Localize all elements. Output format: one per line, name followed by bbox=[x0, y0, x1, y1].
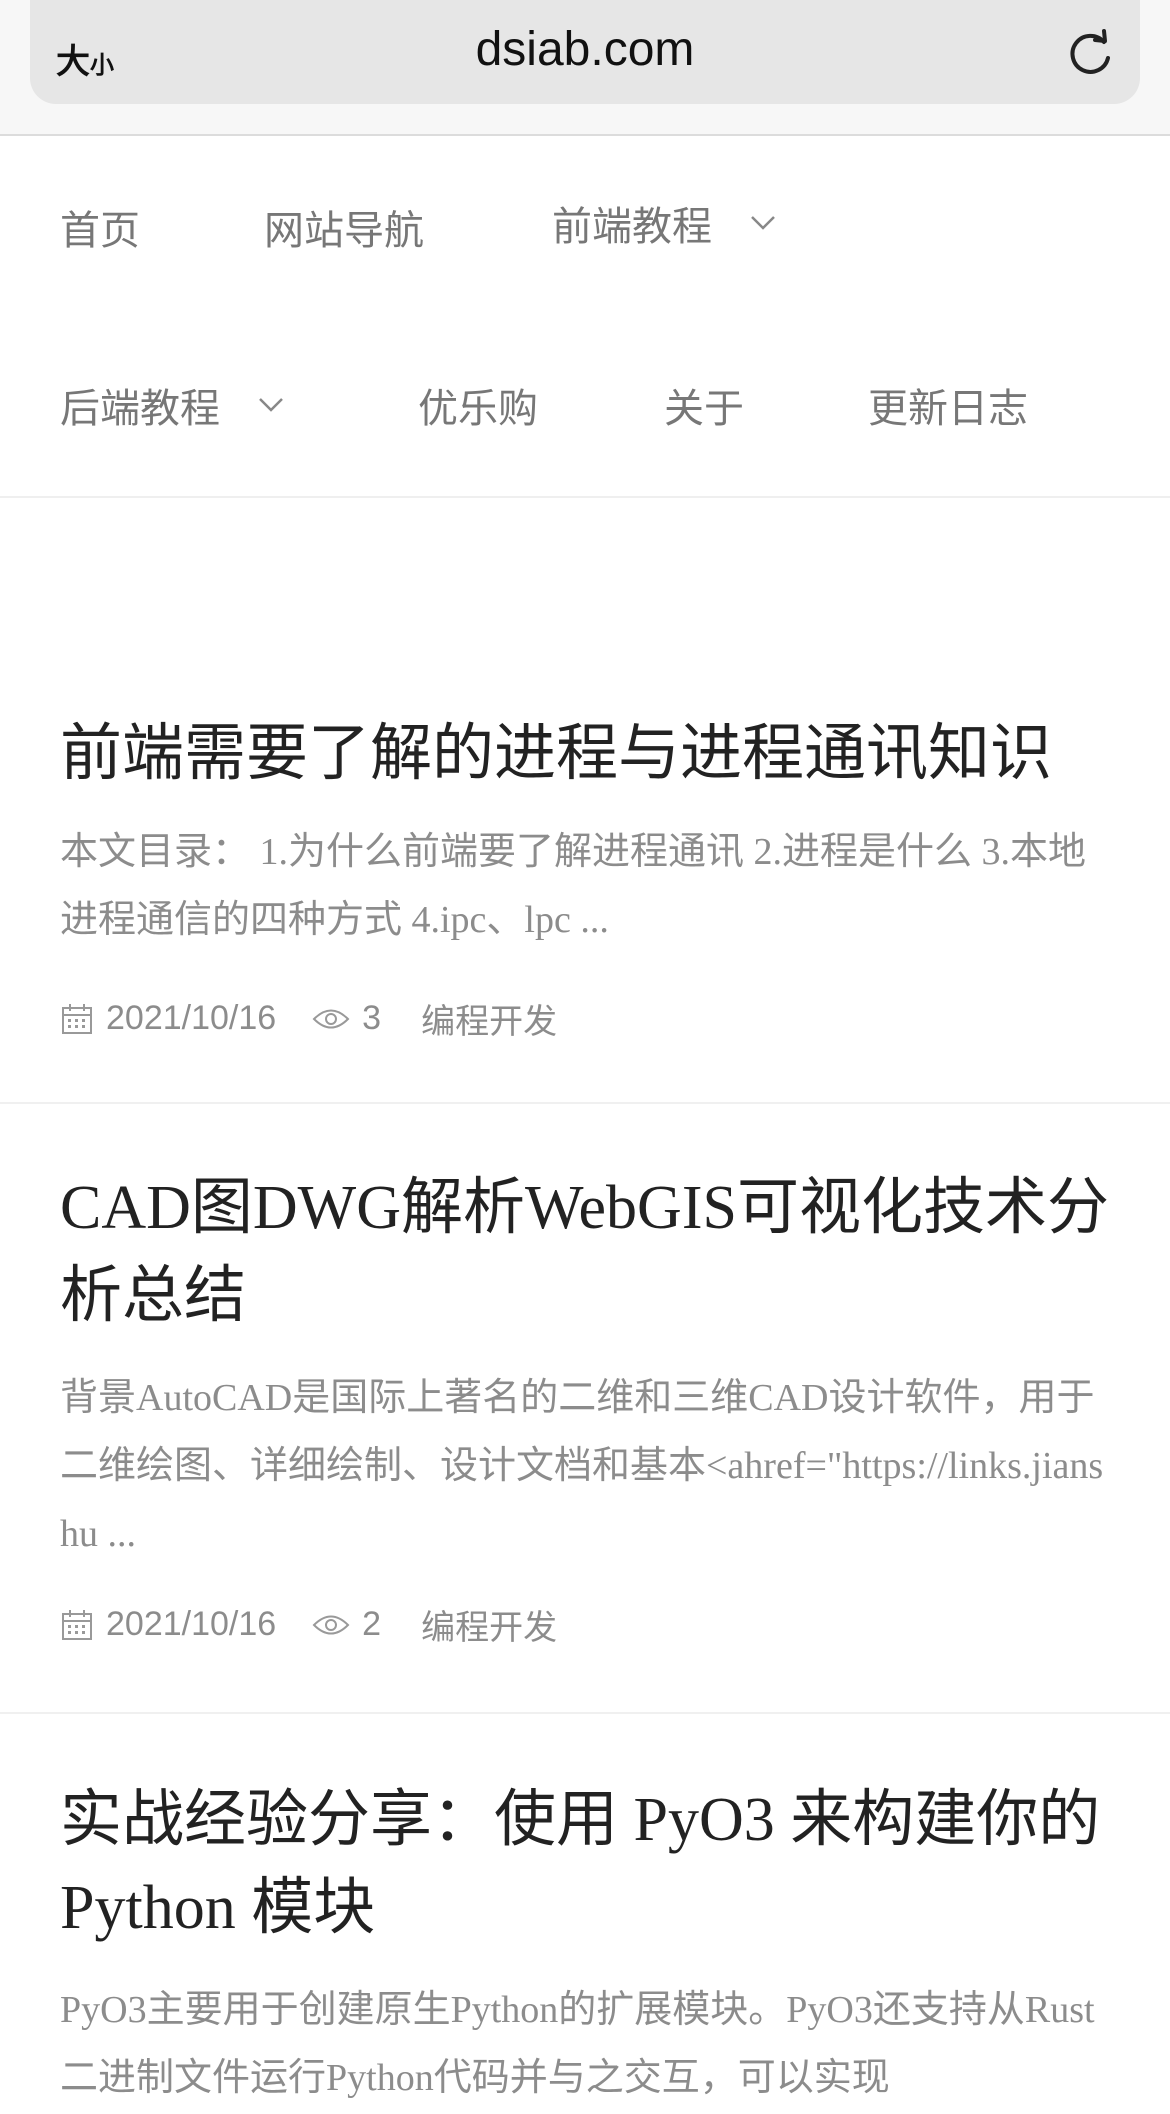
eye-icon bbox=[312, 1615, 350, 1634]
site-navigation: 首页 网站导航 前端教程 后端教程 优乐购 关于 更新日志 bbox=[0, 138, 1170, 498]
nav-item-site-nav[interactable]: 网站导航 bbox=[264, 198, 424, 256]
article-title[interactable]: 实战经验分享：使用 PyO3 来构建你的 Python 模块 bbox=[60, 1776, 1120, 1952]
nav-item-label: 前端教程 bbox=[552, 204, 712, 250]
article-category[interactable]: 编程开发 bbox=[421, 994, 557, 1043]
article-view-count: 2 bbox=[362, 1605, 382, 1643]
nav-item-youlegou[interactable]: 优乐购 bbox=[418, 376, 538, 434]
calendar-icon bbox=[62, 1609, 92, 1640]
reload-icon[interactable] bbox=[1064, 28, 1116, 80]
article-item: 实战经验分享：使用 PyO3 来构建你的 Python 模块 PyO3主要用于创… bbox=[0, 1714, 1170, 2114]
article-view-count: 3 bbox=[362, 999, 382, 1037]
article-excerpt: PyO3主要用于创建原生Python的扩展模块。PyO3还支持从Rust二进制文… bbox=[60, 1989, 1095, 2099]
nav-item-label: 更新日志 bbox=[868, 386, 1028, 432]
calendar-icon bbox=[62, 1003, 92, 1034]
article-views: 3 bbox=[312, 999, 381, 1038]
article-date: 2021/10/16 bbox=[106, 999, 277, 1037]
article-excerpt: 本文目录： 1.为什么前端要了解进程通讯 2.进程是什么 3.本地进程通信的四种… bbox=[60, 831, 1087, 941]
article-title[interactable]: CAD图DWG解析WebGIS可视化技术分析总结 bbox=[60, 1164, 1120, 1340]
nav-item-about[interactable]: 关于 bbox=[664, 376, 744, 434]
nav-item-label: 网站导航 bbox=[264, 208, 424, 254]
nav-item-changelog[interactable]: 更新日志 bbox=[868, 376, 1028, 434]
chevron-down-icon bbox=[259, 398, 283, 412]
nav-item-label: 关于 bbox=[664, 386, 744, 432]
article-category[interactable]: 编程开发 bbox=[421, 1600, 557, 1649]
nav-item-backend[interactable]: 后端教程 bbox=[60, 376, 284, 434]
article-item: CAD图DWG解析WebGIS可视化技术分析总结 背景AutoCAD是国际上著名… bbox=[0, 1104, 1170, 1714]
nav-item-home[interactable]: 首页 bbox=[60, 198, 140, 256]
chevron-down-icon bbox=[751, 216, 775, 230]
article-meta: 2021/10/16 3 编程开发 bbox=[60, 994, 557, 1043]
url-field[interactable]: 大小 dsiab.com bbox=[30, 0, 1140, 104]
browser-address-bar: 大小 dsiab.com bbox=[0, 0, 1170, 136]
article-meta: 2021/10/16 2 编程开发 bbox=[60, 1600, 557, 1649]
url-text: dsiab.com bbox=[475, 23, 695, 76]
article-title[interactable]: 前端需要了解的进程与进程通讯知识 bbox=[60, 710, 1120, 798]
nav-item-label: 首页 bbox=[60, 208, 140, 254]
nav-item-frontend[interactable]: 前端教程 bbox=[552, 194, 776, 252]
nav-item-label: 后端教程 bbox=[60, 386, 220, 432]
eye-icon bbox=[312, 1009, 350, 1028]
article-excerpt: 背景AutoCAD是国际上著名的二维和三维CAD设计软件，用于二维绘图、详细绘制… bbox=[60, 1377, 1104, 1555]
article-date: 2021/10/16 bbox=[106, 1605, 277, 1643]
nav-item-label: 优乐购 bbox=[418, 386, 538, 432]
article-item: 前端需要了解的进程与进程通讯知识 本文目录： 1.为什么前端要了解进程通讯 2.… bbox=[0, 498, 1170, 1104]
article-views: 2 bbox=[312, 1605, 381, 1644]
